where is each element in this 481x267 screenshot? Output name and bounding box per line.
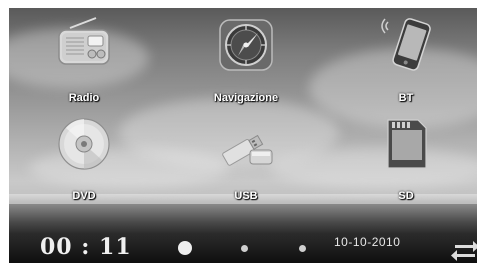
page-indicator-active[interactable] xyxy=(178,241,192,255)
app-label: DVD xyxy=(72,190,96,202)
app-radio[interactable]: Radio xyxy=(34,10,134,110)
radio-icon xyxy=(58,17,110,65)
page-indicator[interactable] xyxy=(241,245,248,252)
swap-arrows-icon[interactable] xyxy=(451,240,477,262)
device-frame: Radio Navigazione BT DVD USB SD 00: 11 … xyxy=(0,0,481,267)
usb-drive-icon xyxy=(222,134,273,166)
app-dvd[interactable]: DVD xyxy=(34,108,134,208)
app-label: Navigazione xyxy=(213,92,279,104)
disc-icon xyxy=(58,118,110,170)
page-indicator[interactable] xyxy=(299,245,306,252)
app-label: Radio xyxy=(68,92,100,104)
home-screen: Radio Navigazione BT DVD USB SD 00: 11 … xyxy=(9,8,477,263)
sd-card-icon xyxy=(387,119,427,169)
app-usb[interactable]: USB xyxy=(196,108,296,208)
clock-compass-icon xyxy=(219,19,273,71)
app-sd[interactable]: SD xyxy=(356,108,456,208)
app-label: USB xyxy=(234,190,258,202)
phone-icon xyxy=(381,18,431,71)
app-label: SD xyxy=(398,190,414,202)
date-display: 10-10-2010 xyxy=(334,235,401,249)
app-navigation[interactable]: Navigazione xyxy=(196,10,296,110)
clock-time: 00 : 11 xyxy=(40,234,132,260)
app-bt[interactable]: BT xyxy=(356,10,456,110)
ground xyxy=(9,204,477,234)
app-label: BT xyxy=(398,92,414,104)
